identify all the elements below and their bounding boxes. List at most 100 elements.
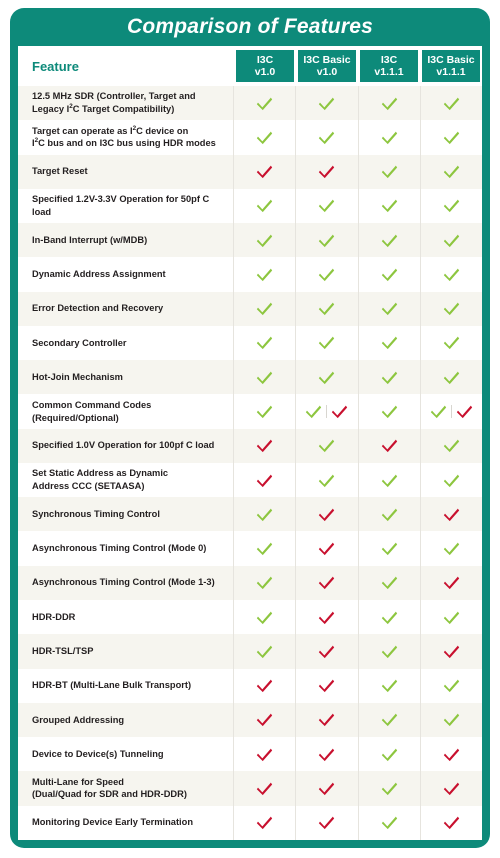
green-check-icon xyxy=(256,507,273,522)
table-row: Target Reset xyxy=(18,154,482,189)
green-check-icon xyxy=(256,575,273,590)
green-check-icon xyxy=(381,644,398,659)
table-row: Set Static Address as Dynamic Address CCC… xyxy=(18,462,482,498)
column-header-feature: Feature xyxy=(32,58,79,74)
table-row: Common Command Codes (Required/Optional) xyxy=(18,394,482,429)
support-cell xyxy=(359,360,421,395)
feature-name-line: Synchronous Timing Control xyxy=(32,508,160,519)
red-check-icon xyxy=(381,438,398,453)
support-cell xyxy=(296,737,359,772)
table-row: Device to Device(s) Tunneling xyxy=(18,737,482,772)
support-cell xyxy=(421,737,482,771)
green-check-icon xyxy=(318,301,335,316)
column-header-line2: v1.0 xyxy=(254,66,276,78)
red-check-icon xyxy=(443,644,460,659)
support-cell xyxy=(296,120,359,155)
feature-name-line: Address CCC (SETAASA) xyxy=(32,481,145,492)
green-check-icon xyxy=(381,712,398,727)
green-check-icon xyxy=(256,267,273,282)
feature-name-cell: Specified 1.0V Operation for 100pf C loa… xyxy=(18,428,234,463)
green-check-icon xyxy=(381,610,398,625)
feature-name-cell: Asynchronous Timing Control (Mode 0) xyxy=(18,531,234,566)
support-cell xyxy=(296,668,359,703)
green-check-icon xyxy=(443,712,460,727)
feature-name-line: Hot-Join Mechanism xyxy=(32,371,123,382)
green-check-icon xyxy=(443,438,460,453)
red-check-icon xyxy=(256,438,273,453)
red-check-icon xyxy=(443,747,460,762)
support-cell xyxy=(296,360,359,395)
column-header-line1: I3C xyxy=(256,53,274,66)
table-row: Asynchronous Timing Control (Mode 1-3) xyxy=(18,565,482,600)
support-cell xyxy=(421,326,482,360)
column-header-line2: v1.0 xyxy=(316,66,338,78)
red-check-icon xyxy=(256,473,273,488)
green-check-icon xyxy=(256,130,273,145)
support-cell xyxy=(296,223,359,258)
green-check-icon xyxy=(256,233,273,248)
green-check-icon xyxy=(381,404,398,419)
green-check-icon xyxy=(318,370,335,385)
green-check-icon xyxy=(443,96,460,111)
green-check-icon xyxy=(381,267,398,282)
feature-name-cell: Error Detection and Recovery xyxy=(18,291,234,326)
red-check-icon xyxy=(331,404,348,419)
red-check-icon xyxy=(318,781,335,796)
column-header-i3c-basic-v1-0: I3C Basic v1.0 xyxy=(298,50,356,82)
table-row: HDR-DDR xyxy=(18,599,482,635)
support-cell xyxy=(234,565,297,600)
support-cell xyxy=(234,771,297,806)
green-check-icon xyxy=(318,267,335,282)
support-cell xyxy=(296,771,359,806)
support-cell xyxy=(421,600,482,634)
table-row: Secondary Controller xyxy=(18,325,482,361)
support-cell xyxy=(421,360,482,394)
red-check-icon xyxy=(443,815,460,830)
table-row: 12.5 MHz SDR (Controller, Target and Lega… xyxy=(18,86,482,121)
support-cell xyxy=(234,360,297,395)
feature-name-line: HDR-BT (Multi-Lane Bulk Transport) xyxy=(32,680,192,691)
feature-name-line: Set Static Address as Dynamic xyxy=(32,468,169,479)
support-cell xyxy=(234,497,297,532)
support-cell xyxy=(359,565,421,600)
support-cell xyxy=(359,394,421,429)
support-cell xyxy=(421,566,482,600)
support-cell xyxy=(421,497,482,531)
feature-name-cell: Multi-Lane for Speed (Dual/Quad for SDR a… xyxy=(18,771,234,806)
red-check-icon xyxy=(318,644,335,659)
feature-name-cell: HDR-BT (Multi-Lane Bulk Transport) xyxy=(18,668,234,703)
feature-name-cell: Set Static Address as Dynamic Address CCC… xyxy=(18,462,234,498)
green-check-icon xyxy=(318,233,335,248)
table-row: Target can operate as I2C device on I2C b… xyxy=(18,120,482,155)
green-check-icon xyxy=(443,610,460,625)
support-cell xyxy=(296,291,359,326)
green-check-icon xyxy=(256,541,273,556)
green-check-icon xyxy=(381,507,398,522)
red-check-icon xyxy=(256,781,273,796)
table-row: Grouped Addressing xyxy=(18,702,482,738)
red-check-icon xyxy=(318,815,335,830)
support-cell xyxy=(421,394,482,428)
feature-name-line: In-Band Interrupt (w/MDB) xyxy=(32,234,148,245)
red-check-icon xyxy=(318,575,335,590)
support-cell xyxy=(234,634,297,669)
support-cell xyxy=(421,669,482,703)
green-check-icon xyxy=(443,678,460,693)
support-cell xyxy=(234,702,297,738)
red-check-icon xyxy=(256,712,273,727)
feature-name-cell: Synchronous Timing Control xyxy=(18,497,234,532)
support-cell xyxy=(421,463,482,497)
support-cell xyxy=(421,771,482,805)
green-check-icon xyxy=(443,233,460,248)
red-check-icon xyxy=(256,815,273,830)
support-cell xyxy=(234,737,297,772)
support-cell xyxy=(421,703,482,737)
red-check-icon xyxy=(443,781,460,796)
support-cell xyxy=(296,257,359,292)
support-cell xyxy=(421,155,482,189)
red-check-icon xyxy=(318,678,335,693)
green-check-icon xyxy=(381,301,398,316)
feature-name-line: (Dual/Quad for SDR and HDR-DDR) xyxy=(32,789,187,800)
support-cell xyxy=(234,154,297,189)
support-cell xyxy=(421,189,482,223)
